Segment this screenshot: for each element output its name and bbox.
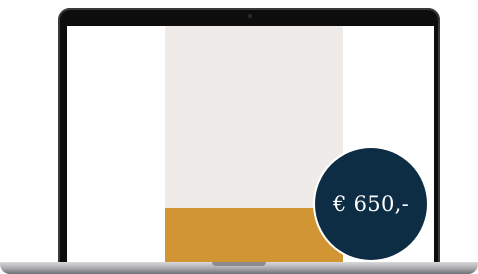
- laptop-base-notch: [212, 262, 266, 266]
- webcam-icon: [248, 14, 252, 18]
- price-label: € 650,-: [333, 192, 409, 216]
- price-badge: € 650,-: [315, 148, 427, 260]
